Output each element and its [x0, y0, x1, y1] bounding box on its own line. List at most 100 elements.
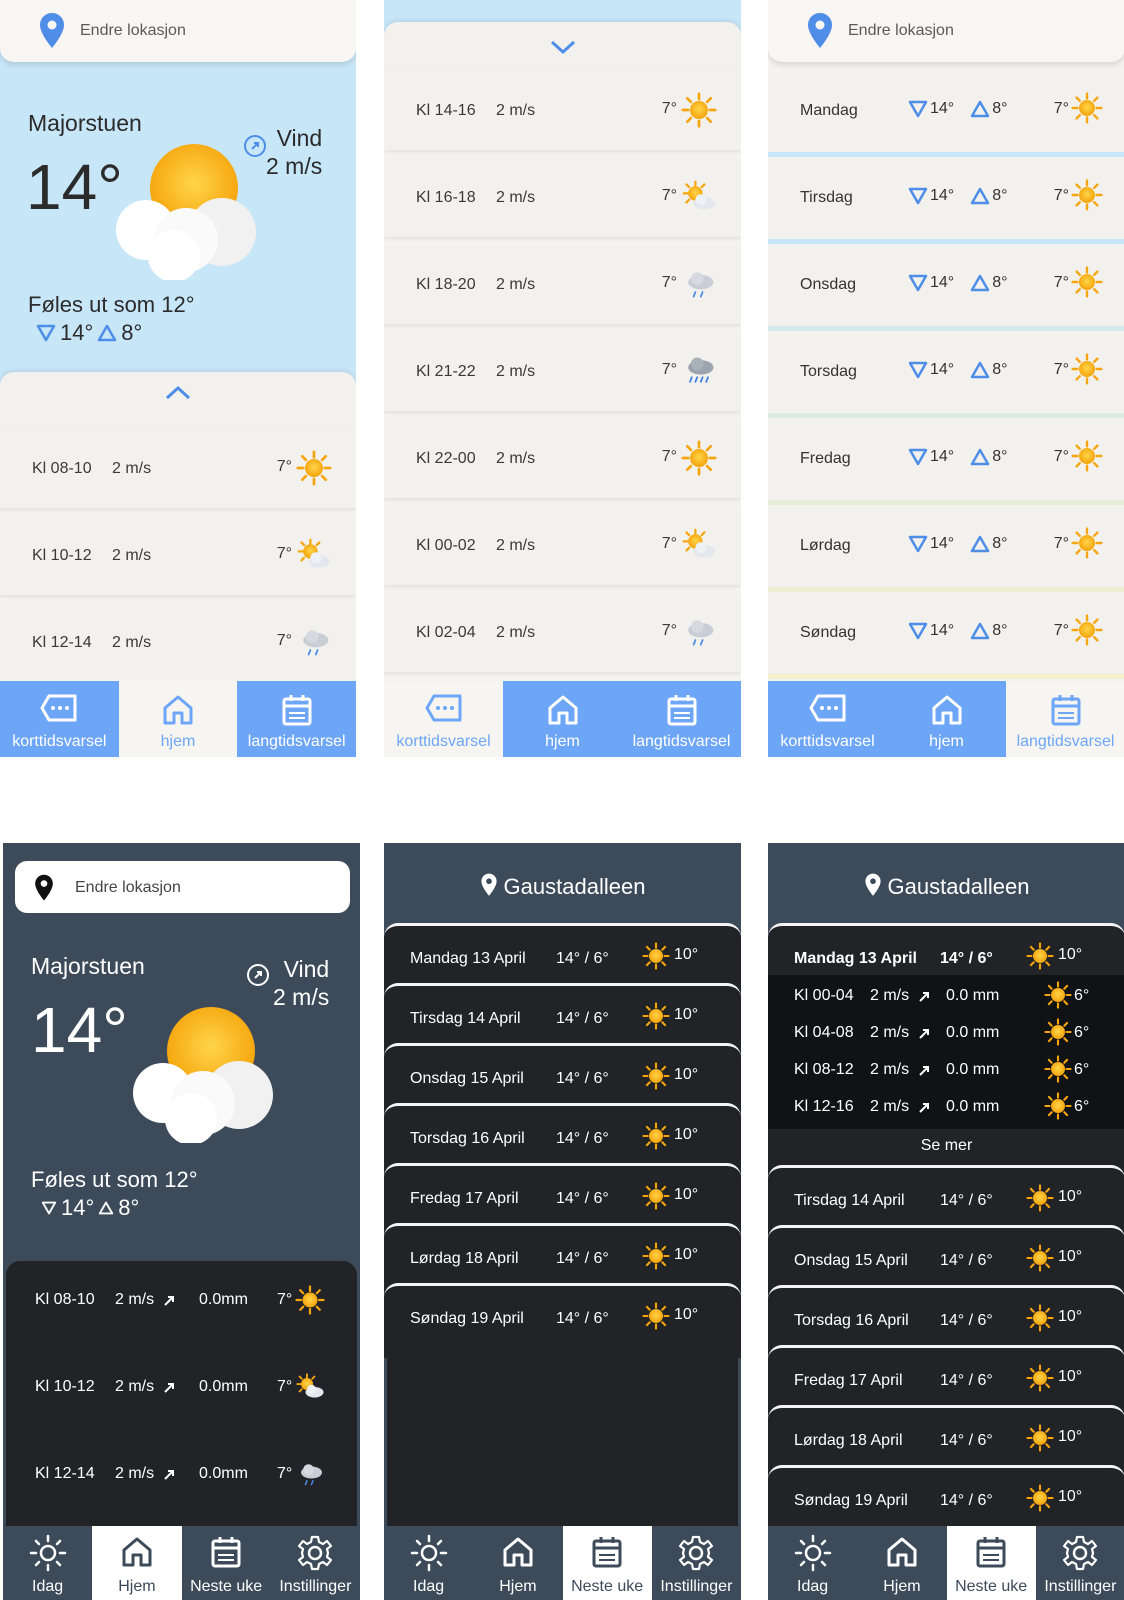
sun-icon	[1071, 614, 1103, 646]
nav-idag[interactable]: Idag	[3, 1526, 92, 1600]
nav-korttidsvarsel[interactable]: korttidsvarsel	[0, 681, 119, 757]
nav-langtidsvarsel[interactable]: langtidsvarsel	[1006, 681, 1124, 757]
nav-instillinger[interactable]: Instillinger	[652, 1526, 741, 1600]
location-bar[interactable]: Endre lokasjon	[768, 0, 1124, 62]
location-pin-icon	[864, 873, 881, 896]
day-divider	[768, 413, 1124, 418]
week-day: Mandag 13 April	[794, 950, 917, 967]
location-input[interactable]: Endre lokasjon	[848, 22, 954, 40]
nav-neste-uke[interactable]: Neste uke	[562, 1526, 652, 1600]
day-row[interactable]: Tirsdag 14° 8° 7°	[768, 159, 1124, 244]
nav-hjem[interactable]: Hjem	[92, 1526, 182, 1600]
wind-label: Vind	[283, 956, 330, 982]
hour-temp: 6°	[1074, 987, 1090, 1004]
hour-time: Kl 04-08	[794, 1024, 854, 1041]
hour-wind: 2 m/s	[496, 276, 536, 293]
hour-row[interactable]: Kl 12-14 2 m/s 7°	[0, 604, 356, 682]
nav-hjem[interactable]: hjem	[503, 681, 622, 757]
hour-row[interactable]: Kl 14-16 2 m/s 7°	[384, 72, 741, 150]
hour-row[interactable]: Kl 18-20 2 m/s 7°	[384, 246, 741, 324]
day-min: 14°	[930, 535, 955, 552]
dark-week-screen: Gaustadalleen Mandag 13 April 14° / 6° 1…	[384, 843, 741, 1600]
location-input[interactable]: Endre lokasjon	[80, 22, 186, 40]
current-temperature: 14°	[31, 994, 128, 1066]
nav-neste-uke[interactable]: Neste uke	[182, 1526, 271, 1600]
chevron-down-icon[interactable]	[548, 38, 578, 56]
wind-arrow-icon	[919, 1103, 929, 1113]
day-min-max: 14° 8°	[908, 361, 1008, 379]
day-divider	[768, 239, 1124, 244]
sun-outline-icon	[794, 1534, 831, 1572]
location-pin-icon	[480, 873, 497, 896]
see-more-button[interactable]: Se mer	[768, 1131, 1124, 1161]
hour-row[interactable]: Kl 21-22 2 m/s 7°	[384, 333, 741, 411]
nav-neste-uke[interactable]: Neste uke	[946, 1526, 1036, 1600]
min-temp-icon	[908, 535, 928, 553]
week-day: Tirsdag 14 April	[410, 1010, 521, 1027]
cloud-drizzle-icon	[295, 1459, 325, 1489]
hourly-sheet-handle[interactable]	[0, 372, 356, 432]
week-day-card-expanded[interactable]: Mandag 13 April 14° / 6° 10°	[768, 923, 1124, 976]
hour-row[interactable]: Kl 08-10 2 m/s 0.0mm 7°	[3, 1273, 360, 1333]
day-max: 8°	[992, 535, 1008, 552]
day-row[interactable]: Onsdag 14° 8° 7°	[768, 246, 1124, 331]
nav-korttidsvarsel[interactable]: korttidsvarsel	[384, 681, 503, 757]
hour-wind: 2 m/s	[496, 363, 536, 380]
location-bar[interactable]: Endre lokasjon	[15, 861, 350, 913]
min-temp-icon	[36, 324, 56, 342]
location-name: Gaustadalleen	[503, 874, 646, 899]
nav-hjem[interactable]: Hjem	[473, 1526, 562, 1600]
week-day-card[interactable]: Søndag 19 April 14° / 6° 10°	[384, 1283, 741, 1358]
sun-icon	[681, 440, 717, 476]
day-row[interactable]: Fredag 14° 8° 7°	[768, 420, 1124, 505]
nav-instillinger[interactable]: Instillinger	[1036, 1526, 1124, 1600]
nav-idag[interactable]: Idag	[768, 1526, 857, 1600]
bottom-nav: korttidsvarsel hjem langtidsvarsel	[384, 681, 741, 757]
day-min-max: 14° 8°	[908, 187, 1008, 205]
hour-time: Kl 10-12	[32, 547, 92, 564]
hour-row[interactable]: Kl 12-14 2 m/s 0.0mm 7°	[3, 1447, 360, 1507]
hour-wind: 2 m/s	[112, 634, 152, 651]
hour-row[interactable]: Kl 22-00 2 m/s 7°	[384, 420, 741, 498]
chevron-up-icon[interactable]	[163, 384, 193, 402]
day-name: Lørdag	[800, 537, 851, 554]
hour-temp: 7°	[277, 1291, 293, 1308]
day-row[interactable]: Mandag 14° 8° 7°	[768, 72, 1124, 157]
hour-wind: 2 m/s	[870, 1024, 910, 1041]
nav-langtidsvarsel[interactable]: langtidsvarsel	[237, 681, 356, 757]
hour-row[interactable]: Kl 10-12 2 m/s 7°	[0, 517, 356, 595]
nav-hjem[interactable]: hjem	[887, 681, 1006, 757]
sun-icon	[642, 1122, 670, 1150]
nav-label: hjem	[929, 733, 964, 750]
day-temp: 7°	[1053, 274, 1069, 291]
nav-korttidsvarsel[interactable]: korttidsvarsel	[768, 681, 887, 757]
day-temp: 7°	[1053, 535, 1069, 552]
hour-time: Kl 10-12	[35, 1378, 95, 1395]
nav-langtidsvarsel[interactable]: langtidsvarsel	[622, 681, 741, 757]
hour-row[interactable]: Kl 00-02 2 m/s 7°	[384, 507, 741, 585]
hour-time: Kl 02-04	[416, 624, 476, 641]
location-input[interactable]: Endre lokasjon	[75, 879, 181, 897]
partly-cloudy-icon	[121, 1003, 281, 1143]
hour-row[interactable]: Kl 02-04 2 m/s 7°	[384, 594, 741, 672]
day-row[interactable]: Torsdag 14° 8° 7°	[768, 333, 1124, 418]
partly-cloudy-icon	[104, 140, 264, 280]
day-max: 8°	[992, 274, 1008, 291]
hour-wind: 2 m/s	[496, 102, 536, 119]
nav-hjem[interactable]: hjem	[118, 681, 238, 757]
nav-hjem[interactable]: Hjem	[857, 1526, 946, 1600]
location-bar[interactable]: Endre lokasjon	[0, 0, 356, 62]
nav-instillinger[interactable]: Instillinger	[271, 1526, 360, 1600]
hour-row[interactable]: Kl 10-12 2 m/s 0.0mm 7°	[3, 1360, 360, 1420]
max-temp-icon	[970, 187, 990, 205]
hour-row[interactable]: Kl 08-10 2 m/s 7°	[0, 430, 356, 508]
hour-row[interactable]: Kl 16-18 2 m/s 7°	[384, 159, 741, 237]
hour-time: Kl 12-16	[794, 1098, 854, 1115]
day-row[interactable]: Lørdag 14° 8° 7°	[768, 507, 1124, 592]
dark-home-screen: Endre lokasjon Majorstuen 14° Vind 2 m/s…	[3, 843, 360, 1600]
max-temp-icon	[970, 274, 990, 292]
sun-icon	[1026, 1364, 1054, 1392]
nav-idag[interactable]: Idag	[384, 1526, 473, 1600]
day-row[interactable]: Søndag 14° 8° 7°	[768, 594, 1124, 679]
hour-temp: 7°	[661, 448, 677, 465]
